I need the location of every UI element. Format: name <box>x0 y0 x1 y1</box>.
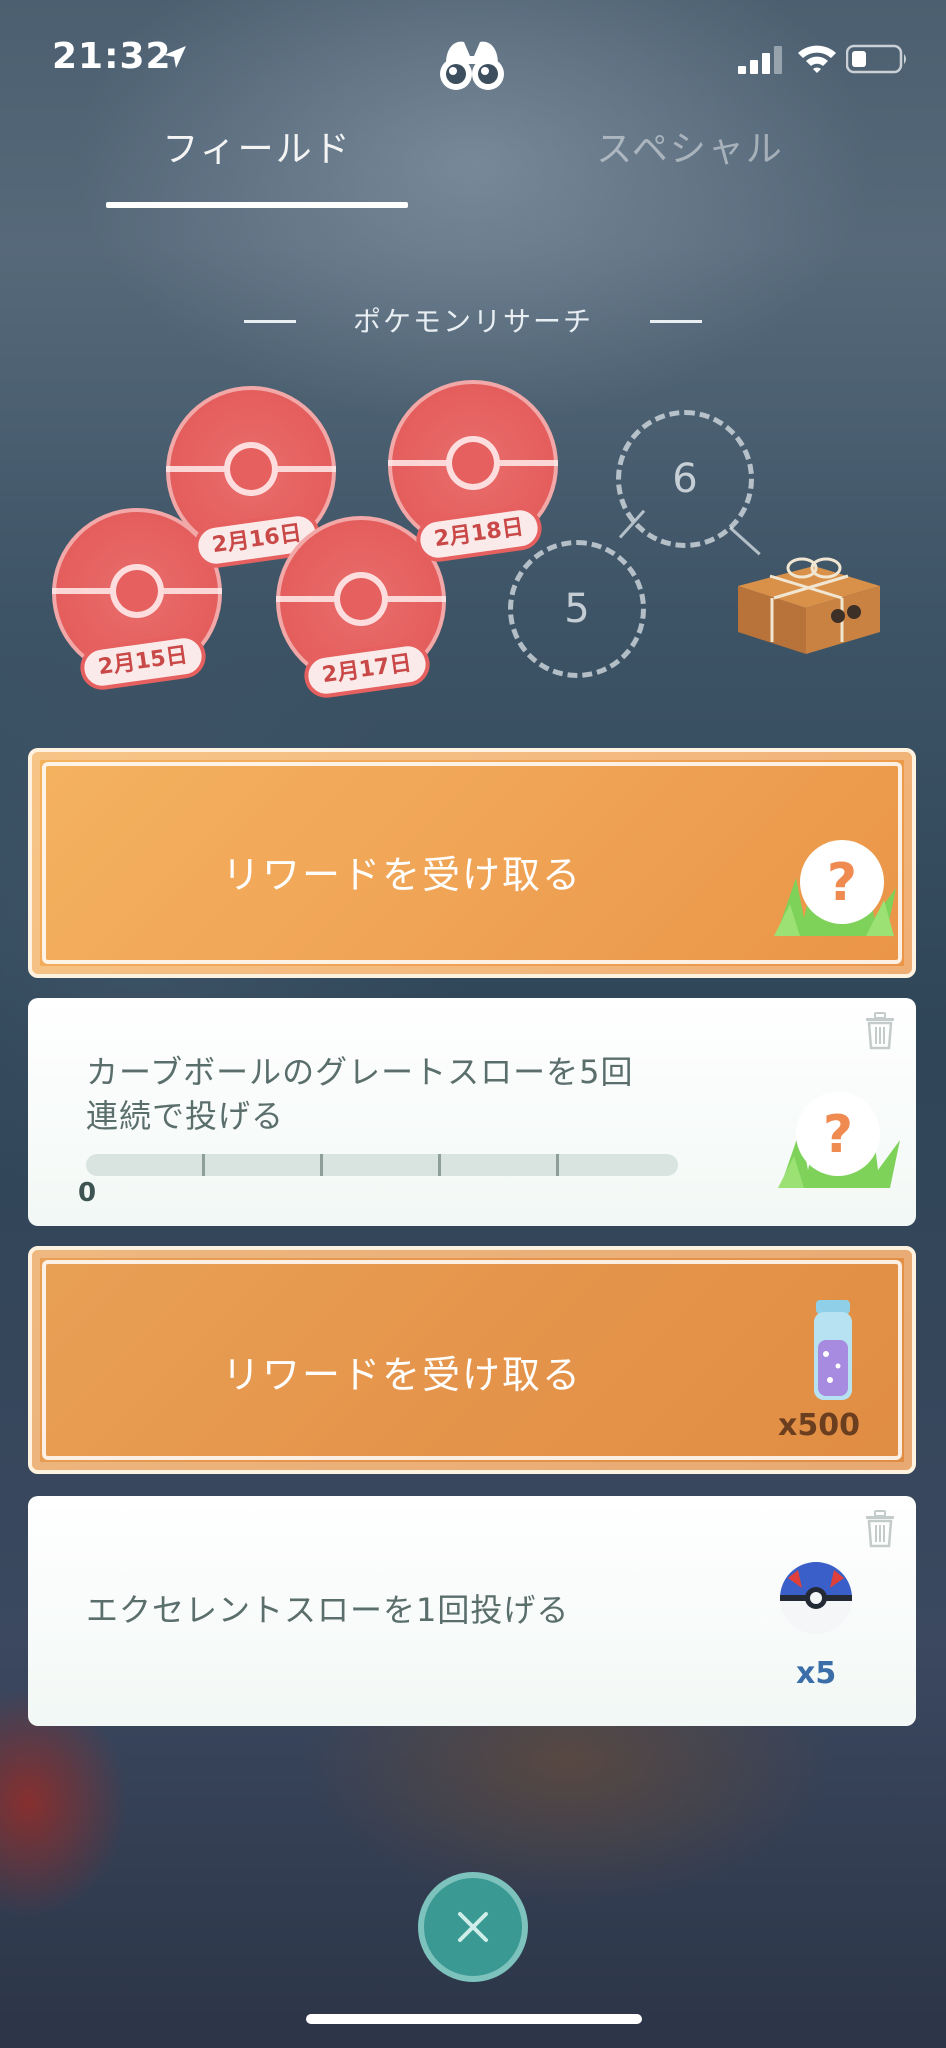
cellular-signal-icon <box>738 46 782 74</box>
task-description: エクセレントスローを1回投げる <box>86 1591 570 1629</box>
research-task-card[interactable]: カーブボールのグレートスローを5回 連続で投げる 0 ? <box>28 998 916 1226</box>
section-title: ポケモンリサーチ <box>352 305 593 338</box>
status-time: 21:32 <box>52 36 172 77</box>
location-arrow-icon <box>164 46 186 68</box>
battery-icon <box>846 44 906 74</box>
trash-icon[interactable] <box>864 1510 896 1548</box>
close-icon <box>458 1912 488 1942</box>
task-progress-value: 0 <box>78 1178 97 1208</box>
empty-stamp-slot: 6 <box>616 410 754 548</box>
empty-stamp-slot: 5 <box>508 540 646 678</box>
close-button[interactable] <box>418 1872 528 1982</box>
svg-text:?: ? <box>823 1105 853 1165</box>
mystery-reward-icon: ? <box>778 1092 900 1188</box>
great-ball-icon <box>780 1562 852 1634</box>
research-stamp: 2月18日 <box>388 380 558 565</box>
tab-special[interactable]: スペシャル <box>560 120 820 172</box>
research-task-card[interactable]: エクセレントスローを1回投げる x5 <box>28 1496 916 1726</box>
mystery-reward-icon: ? <box>774 840 896 936</box>
status-bar: 21:32 <box>0 0 946 110</box>
wifi-icon <box>798 45 836 73</box>
binoculars-icon[interactable] <box>436 34 508 94</box>
reward-count: x5 <box>796 1656 837 1691</box>
trash-icon[interactable] <box>864 1012 896 1050</box>
active-tab-indicator <box>106 202 408 208</box>
claim-reward-card[interactable]: リワードを受け取る x500 <box>28 1246 916 1474</box>
task-description-line2: 連続で投げる <box>86 1097 285 1135</box>
claim-reward-label: リワードを受け取る <box>221 1353 582 1397</box>
claim-reward-card[interactable]: リワードを受け取る ? <box>28 748 916 978</box>
tab-field[interactable]: フィールド <box>106 120 408 172</box>
claim-reward-label: リワードを受け取る <box>221 853 582 897</box>
stardust-vial-icon <box>814 1300 852 1400</box>
research-breakthrough-box-icon <box>738 557 880 654</box>
home-indicator <box>306 2014 642 2024</box>
title-divider-right <box>650 320 702 323</box>
reward-count: x500 <box>778 1408 860 1443</box>
svg-text:?: ? <box>827 853 857 913</box>
task-progress-bar <box>86 1154 678 1176</box>
task-description-line1: カーブボールのグレートスローを5回 <box>86 1053 634 1091</box>
